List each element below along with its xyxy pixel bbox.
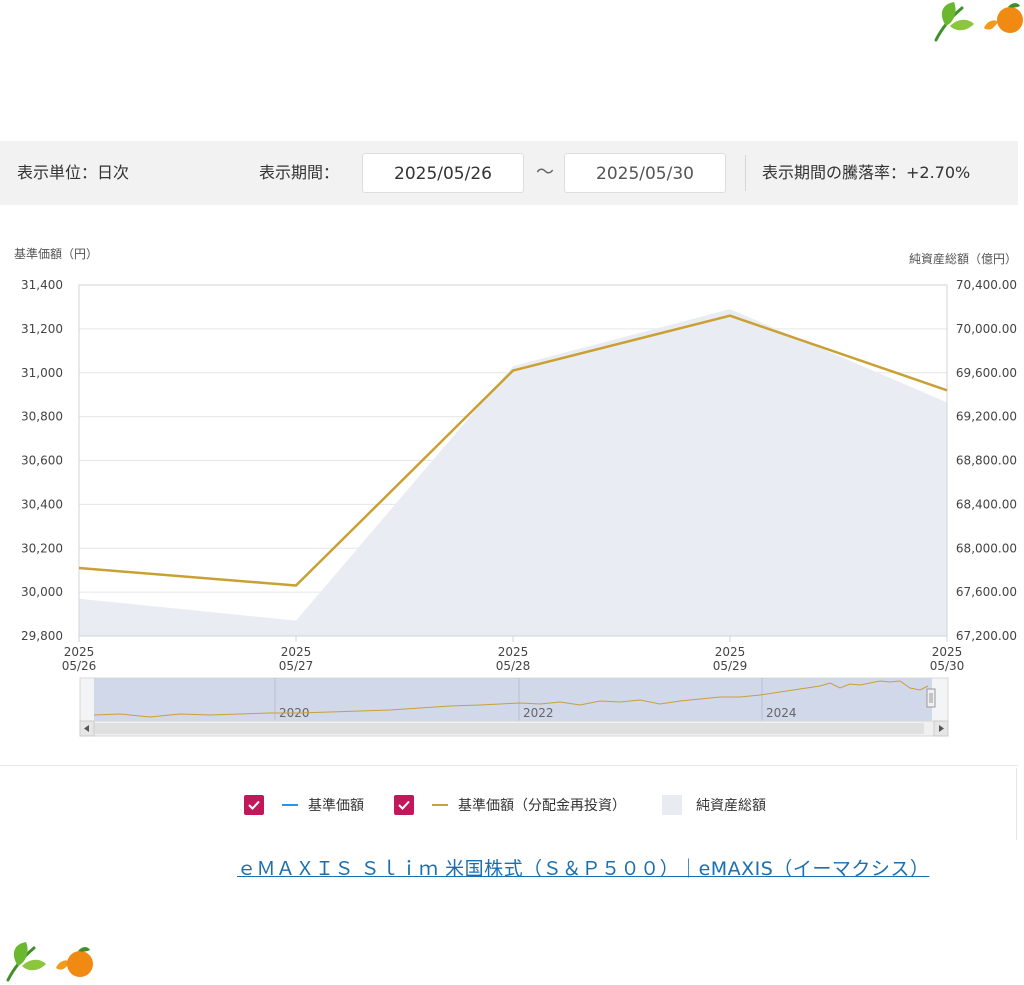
chart-legend: 基準価額 基準価額（分配金再投資） 純資産総額 — [0, 793, 1018, 817]
legend-label: 基準価額 — [308, 798, 364, 814]
legend-item-net-assets[interactable]: 純資産総額 — [662, 793, 766, 817]
checkmark-icon — [398, 800, 410, 810]
navigator-year-label: 2022 — [523, 706, 554, 720]
x-tick-label-day: 05/26 — [62, 659, 97, 673]
y-tick-label-right: 70,000.00 — [956, 322, 1017, 336]
legend-checkbox[interactable] — [394, 795, 414, 815]
x-tick-label-year: 2025 — [932, 645, 963, 659]
tea-leaf-mandarin-icon — [6, 942, 93, 982]
x-tick-label-day: 05/27 — [279, 659, 314, 673]
x-tick-label-day: 05/29 — [713, 659, 748, 673]
x-tick-label-year: 2025 — [64, 645, 95, 659]
y-tick-label-left: 31,200 — [21, 322, 63, 336]
right-axis-title: 純資産総額（億円） — [909, 251, 1017, 266]
legend-item-nav[interactable]: 基準価額 — [244, 793, 364, 817]
y-tick-label-right: 68,800.00 — [956, 454, 1017, 468]
range-navigator[interactable]: 2020 2022 2024 — [79, 677, 949, 722]
checkmark-icon — [248, 800, 260, 810]
x-tick-label-year: 2025 — [715, 645, 746, 659]
navigator-scrollbar[interactable] — [79, 720, 949, 737]
y-tick-label-right: 68,400.00 — [956, 497, 1017, 511]
source-link[interactable]: ｅＭＡＸＩＳ Ｓｌｉｍ 米国株式（Ｓ＆Ｐ５００）｜eMAXIS（イーマクシス） — [237, 854, 1007, 881]
y-tick-label-left: 31,400 — [21, 278, 63, 292]
navigator-year-label: 2024 — [766, 706, 797, 720]
y-tick-label-right: 69,200.00 — [956, 410, 1017, 424]
x-tick-label-day: 05/30 — [930, 659, 965, 673]
legend-item-nav-reinvested[interactable]: 基準価額（分配金再投資） — [394, 793, 626, 817]
y-tick-label-left: 31,000 — [21, 366, 63, 380]
legend-area-swatch — [662, 795, 682, 815]
navigator-handle[interactable] — [926, 688, 936, 708]
legend-checkbox[interactable] — [244, 795, 264, 815]
y-tick-label-left: 30,600 — [21, 454, 63, 468]
y-tick-label-right: 67,200.00 — [956, 629, 1017, 643]
x-tick-label-year: 2025 — [498, 645, 529, 659]
y-tick-label-right: 68,000.00 — [956, 541, 1017, 555]
legend-label: 基準価額（分配金再投資） — [458, 798, 626, 814]
y-tick-label-left: 30,000 — [21, 585, 63, 599]
y-tick-label-left: 30,400 — [21, 497, 63, 511]
y-tick-label-left: 30,800 — [21, 410, 63, 424]
legend-line-swatch — [432, 804, 448, 806]
y-tick-label-right: 70,400.00 — [956, 278, 1017, 292]
y-tick-label-left: 29,800 — [21, 629, 63, 643]
nav-chart: 基準価額（円） 純資産総額（億円） 31,400 31,200 31,000 30,8… — [14, 246, 1017, 737]
y-tick-label-right: 67,600.00 — [956, 585, 1017, 599]
y-tick-label-left: 30,200 — [21, 541, 63, 555]
series-area-net-assets — [79, 309, 947, 636]
legend-label: 純資産総額 — [696, 798, 766, 814]
x-tick-label-day: 05/28 — [496, 659, 531, 673]
legend-line-swatch — [282, 804, 298, 806]
x-tick-label-year: 2025 — [281, 645, 312, 659]
y-tick-label-right: 69,600.00 — [956, 366, 1017, 380]
section-divider — [0, 765, 1018, 766]
left-axis-title: 基準価額（円） — [14, 246, 98, 261]
